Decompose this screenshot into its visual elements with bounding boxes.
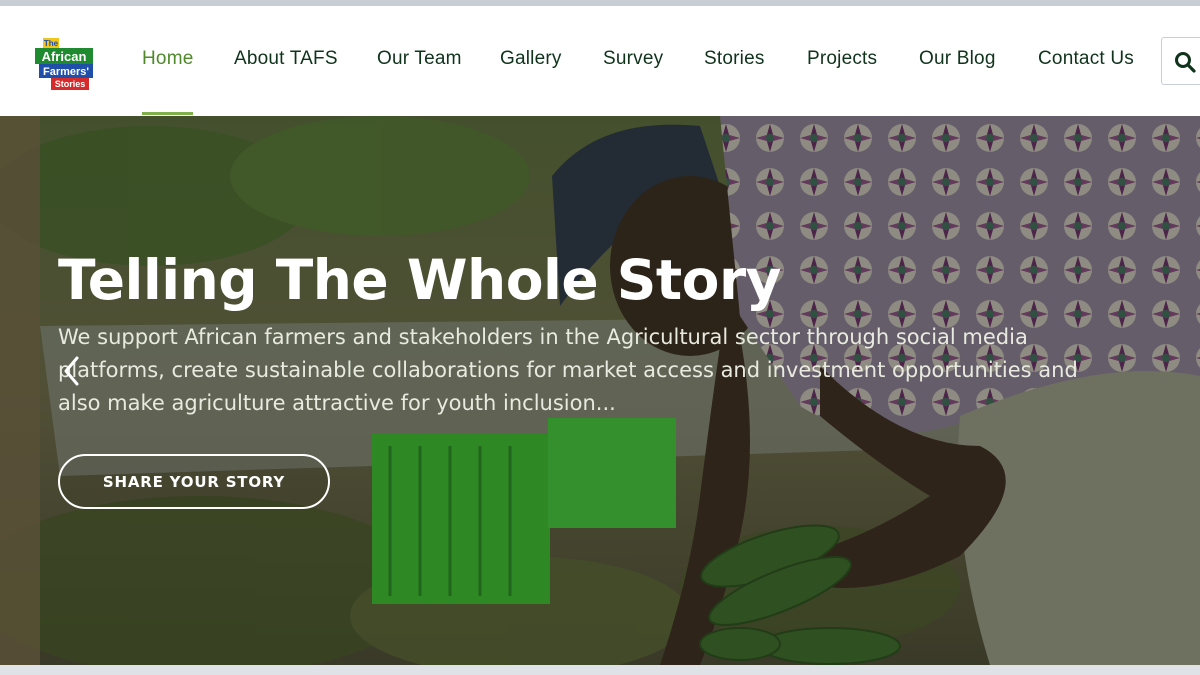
nav-projects[interactable]: Projects bbox=[807, 48, 877, 70]
hero-description-line-2: platforms, create sustainable collaborat… bbox=[58, 358, 1078, 382]
browser-bottom-strip bbox=[0, 665, 1200, 675]
hero-title: Telling The Whole Story bbox=[58, 248, 781, 312]
nav-home[interactable]: Home bbox=[142, 48, 193, 70]
active-nav-underline bbox=[142, 112, 193, 115]
nav-stories[interactable]: Stories bbox=[704, 48, 765, 70]
slider-prev-button[interactable] bbox=[60, 354, 84, 388]
nav-survey[interactable]: Survey bbox=[603, 48, 663, 70]
hero-slider: Telling The Whole Story We support Afric… bbox=[0, 116, 1200, 665]
nav-our-blog[interactable]: Our Blog bbox=[919, 48, 996, 70]
nav-about-tafs[interactable]: About TAFS bbox=[234, 48, 338, 70]
chevron-left-icon bbox=[64, 356, 79, 386]
main-nav: Home About TAFS Our Team Gallery Survey … bbox=[0, 6, 1200, 116]
hero-description-line-1: We support African farmers and stakehold… bbox=[58, 325, 1028, 349]
nav-gallery[interactable]: Gallery bbox=[500, 48, 562, 70]
site-header: The African Farmers' Stories Home About … bbox=[0, 6, 1200, 116]
nav-contact-us[interactable]: Contact Us bbox=[1038, 48, 1134, 70]
nav-our-team[interactable]: Our Team bbox=[377, 48, 462, 70]
hero-description: We support African farmers and stakehold… bbox=[58, 321, 1118, 420]
search-icon bbox=[1175, 52, 1196, 73]
search-button[interactable] bbox=[1161, 37, 1200, 85]
hero-description-line-3: also make agriculture attractive for you… bbox=[58, 391, 616, 415]
share-your-story-button[interactable]: SHARE YOUR STORY bbox=[58, 454, 330, 509]
